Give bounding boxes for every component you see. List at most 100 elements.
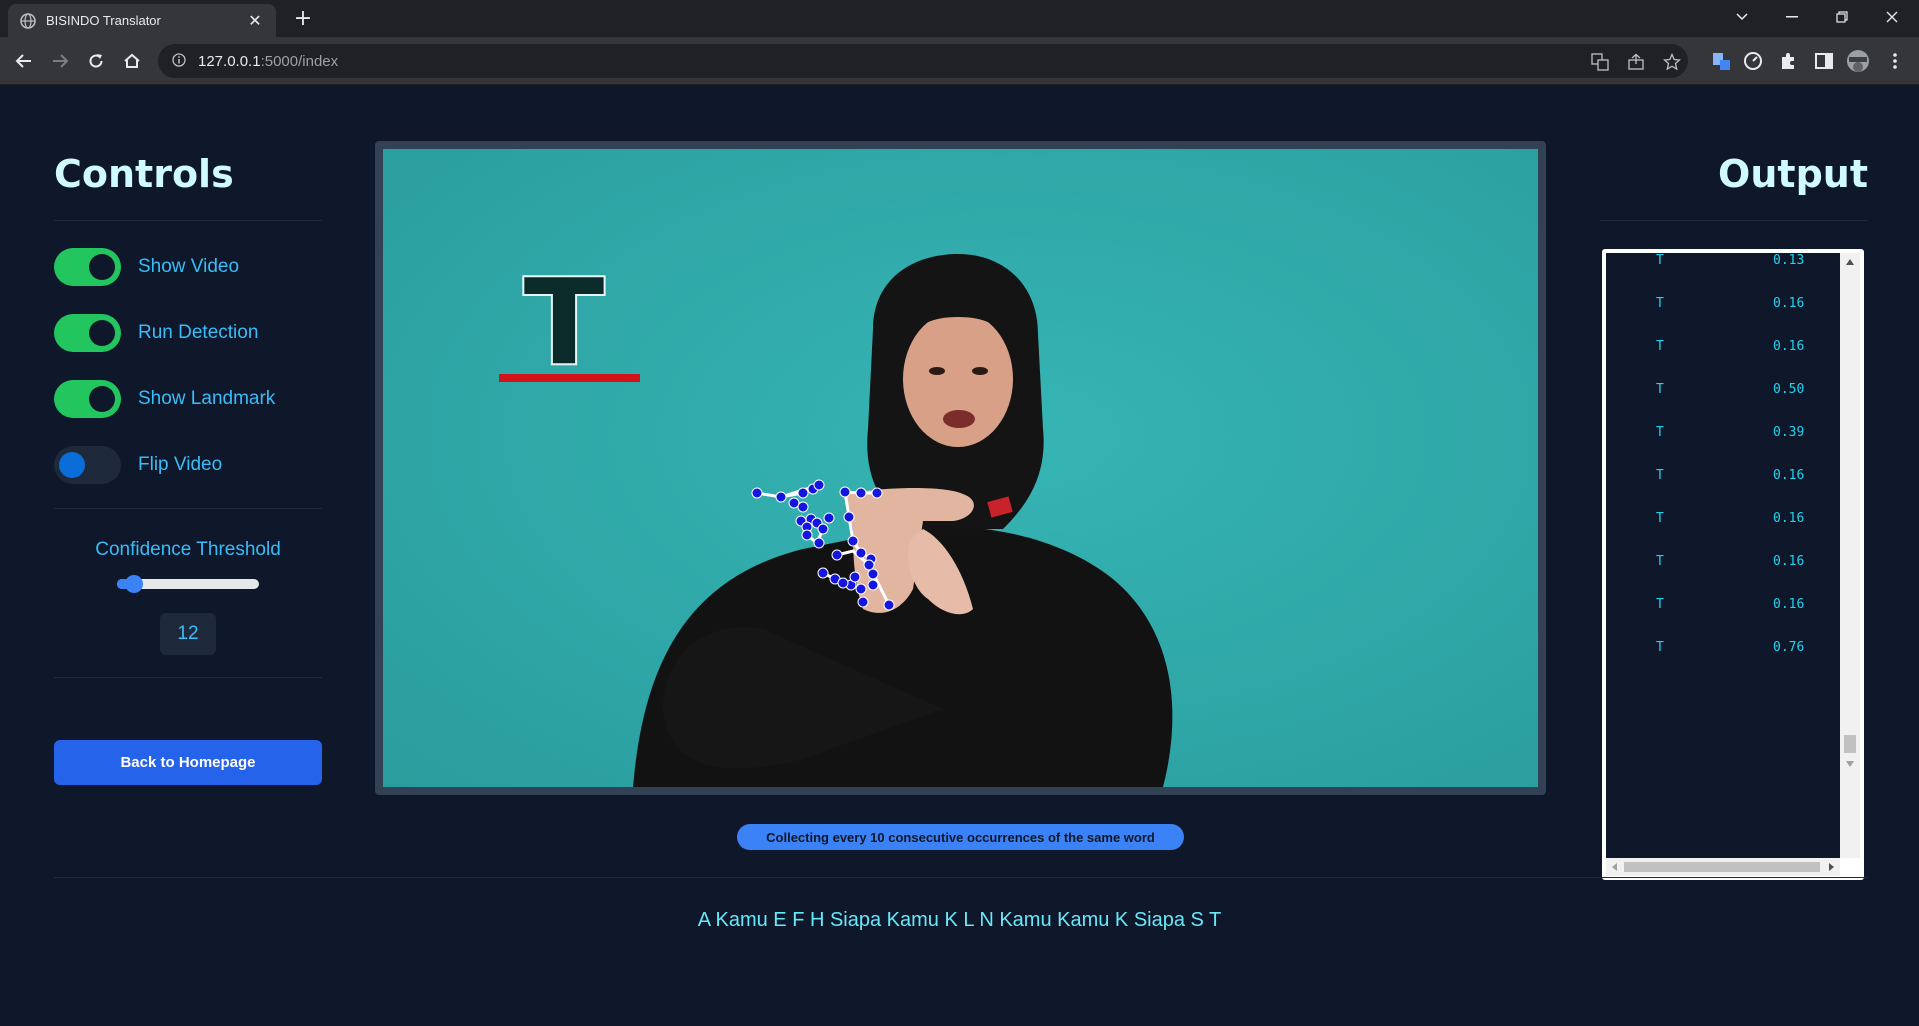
globe-icon: [20, 12, 36, 29]
output-row: T 0.16: [1606, 554, 1840, 574]
toggle-knob: [89, 320, 115, 346]
show-video-label[interactable]: Show Video: [138, 256, 239, 278]
toggle-knob: [89, 254, 115, 280]
show-landmark-toggle[interactable]: [54, 380, 121, 418]
divider: [54, 877, 1868, 878]
letter-underline: [499, 374, 640, 382]
extensions-puzzle-icon[interactable]: [1777, 50, 1799, 72]
output-row-label: T: [1656, 425, 1664, 440]
output-row-score: 0.39: [1773, 425, 1805, 440]
output-row: T 0.16: [1606, 511, 1840, 531]
tab-title: BISINDO Translator: [46, 13, 161, 28]
site-info-icon[interactable]: [172, 52, 186, 71]
scrollbar-graphic: [1612, 862, 1834, 872]
flip-video-toggle[interactable]: [54, 446, 121, 484]
output-row-label: T: [1656, 296, 1664, 311]
forward-arrow-icon[interactable]: [46, 47, 74, 75]
restore-icon[interactable]: [1816, 0, 1868, 34]
output-row-label: T: [1656, 339, 1664, 354]
menu-kebab-icon[interactable]: [1884, 50, 1906, 72]
new-tab-button[interactable]: +: [290, 6, 316, 32]
output-row: T 0.16: [1606, 468, 1840, 488]
output-row: T 0.39: [1606, 425, 1840, 445]
output-log[interactable]: T 0.13 T 0.16 T 0.16 T 0.50 T 0.39 T 0.16 T 0.1…: [1602, 249, 1864, 880]
toggle-row-show-landmark: Show Landmark: [54, 380, 322, 418]
slider-thumb[interactable]: [125, 575, 144, 593]
run-detection-toggle[interactable]: [54, 314, 121, 352]
home-icon[interactable]: [118, 47, 146, 75]
translated-sentence: A Kamu E F H Siapa Kamu K L N Kamu Kamu …: [697, 909, 1222, 931]
browser-toolbar: 127.0.0.1:5000/index: [0, 37, 1919, 85]
address-bar[interactable]: 127.0.0.1:5000/index: [158, 44, 1688, 78]
tab-close-icon[interactable]: ✕: [246, 11, 264, 30]
translate-icon[interactable]: [1590, 52, 1610, 72]
toggle-row-show-video: Show Video: [54, 248, 322, 286]
side-panel-icon[interactable]: [1813, 50, 1835, 72]
scrollbar-graphic: [1844, 259, 1856, 767]
reload-icon[interactable]: [82, 47, 110, 75]
output-row-score: 0.16: [1773, 597, 1805, 612]
output-row-label: T: [1656, 468, 1664, 483]
close-window-icon[interactable]: [1866, 0, 1918, 34]
status-badge: Collecting every 10 consecutive occurren…: [737, 824, 1184, 850]
gauge-icon[interactable]: [1742, 50, 1764, 72]
output-row-score: 0.16: [1773, 339, 1805, 354]
video-frame: T: [375, 141, 1546, 795]
toggle-row-run-detection: Run Detection: [54, 314, 322, 352]
toggle-row-flip-video: Flip Video: [54, 446, 322, 484]
output-row-label: T: [1656, 597, 1664, 612]
divider: [54, 677, 322, 678]
flip-video-label[interactable]: Flip Video: [138, 454, 222, 476]
output-row-score: 0.16: [1773, 468, 1805, 483]
minimize-icon[interactable]: [1766, 0, 1818, 34]
output-row-score: 0.16: [1773, 511, 1805, 526]
output-row: T 0.16: [1606, 339, 1840, 359]
output-row: T 0.13: [1606, 253, 1840, 273]
confidence-threshold-value: 12: [160, 613, 216, 655]
output-panel: Output: [1600, 152, 1868, 221]
show-landmark-label[interactable]: Show Landmark: [138, 388, 275, 410]
output-row-score: 0.50: [1773, 382, 1805, 397]
tab-search-icon[interactable]: [1716, 0, 1768, 34]
output-row-score: 0.13: [1773, 253, 1805, 268]
url-host: 127.0.0.1: [198, 52, 261, 70]
divider: [54, 508, 322, 509]
video-scene: T: [383, 149, 1538, 787]
output-row: T 0.16: [1606, 597, 1840, 617]
controls-panel: Controls Show Video Run Detection Show L…: [54, 152, 322, 785]
output-row: T 0.16: [1606, 296, 1840, 316]
output-title: Output: [1718, 152, 1868, 196]
output-row-label: T: [1656, 640, 1664, 655]
toggle-knob: [59, 452, 85, 478]
output-row-label: T: [1656, 253, 1664, 268]
output-row-label: T: [1656, 554, 1664, 569]
divider: [1600, 220, 1868, 221]
confidence-threshold-slider[interactable]: [117, 575, 259, 593]
share-icon[interactable]: [1626, 52, 1646, 72]
extension-screen-icon[interactable]: [1710, 50, 1732, 72]
divider: [54, 220, 322, 221]
output-row-label: T: [1656, 511, 1664, 526]
browser-tabstrip: BISINDO Translator ✕ +: [0, 0, 1919, 37]
output-list: T 0.13 T 0.16 T 0.16 T 0.50 T 0.39 T 0.16 T 0.1…: [1606, 253, 1840, 858]
url-text: 127.0.0.1:5000/index: [198, 53, 338, 70]
confidence-threshold-label: Confidence Threshold: [95, 539, 281, 560]
bookmark-star-icon[interactable]: [1662, 52, 1682, 72]
show-video-toggle[interactable]: [54, 248, 121, 286]
detected-letter-overlay: T: [524, 253, 605, 391]
run-detection-label[interactable]: Run Detection: [138, 322, 258, 344]
output-row: T 0.50: [1606, 382, 1840, 402]
vertical-scrollbar[interactable]: [1840, 253, 1860, 858]
browser-tab[interactable]: BISINDO Translator ✕: [8, 4, 276, 37]
output-row-score: 0.76: [1773, 640, 1805, 655]
horizontal-scrollbar[interactable]: [1606, 858, 1840, 876]
output-row-score: 0.16: [1773, 554, 1805, 569]
output-row-score: 0.16: [1773, 296, 1805, 311]
back-to-homepage-button[interactable]: Back to Homepage: [54, 740, 322, 785]
video-feed: T: [383, 149, 1538, 787]
page: Controls Show Video Run Detection Show L…: [0, 86, 1919, 1026]
output-row: T 0.76: [1606, 640, 1840, 660]
profile-avatar[interactable]: [1847, 50, 1869, 72]
back-arrow-icon[interactable]: [10, 47, 38, 75]
url-path: :5000/index: [260, 52, 339, 70]
